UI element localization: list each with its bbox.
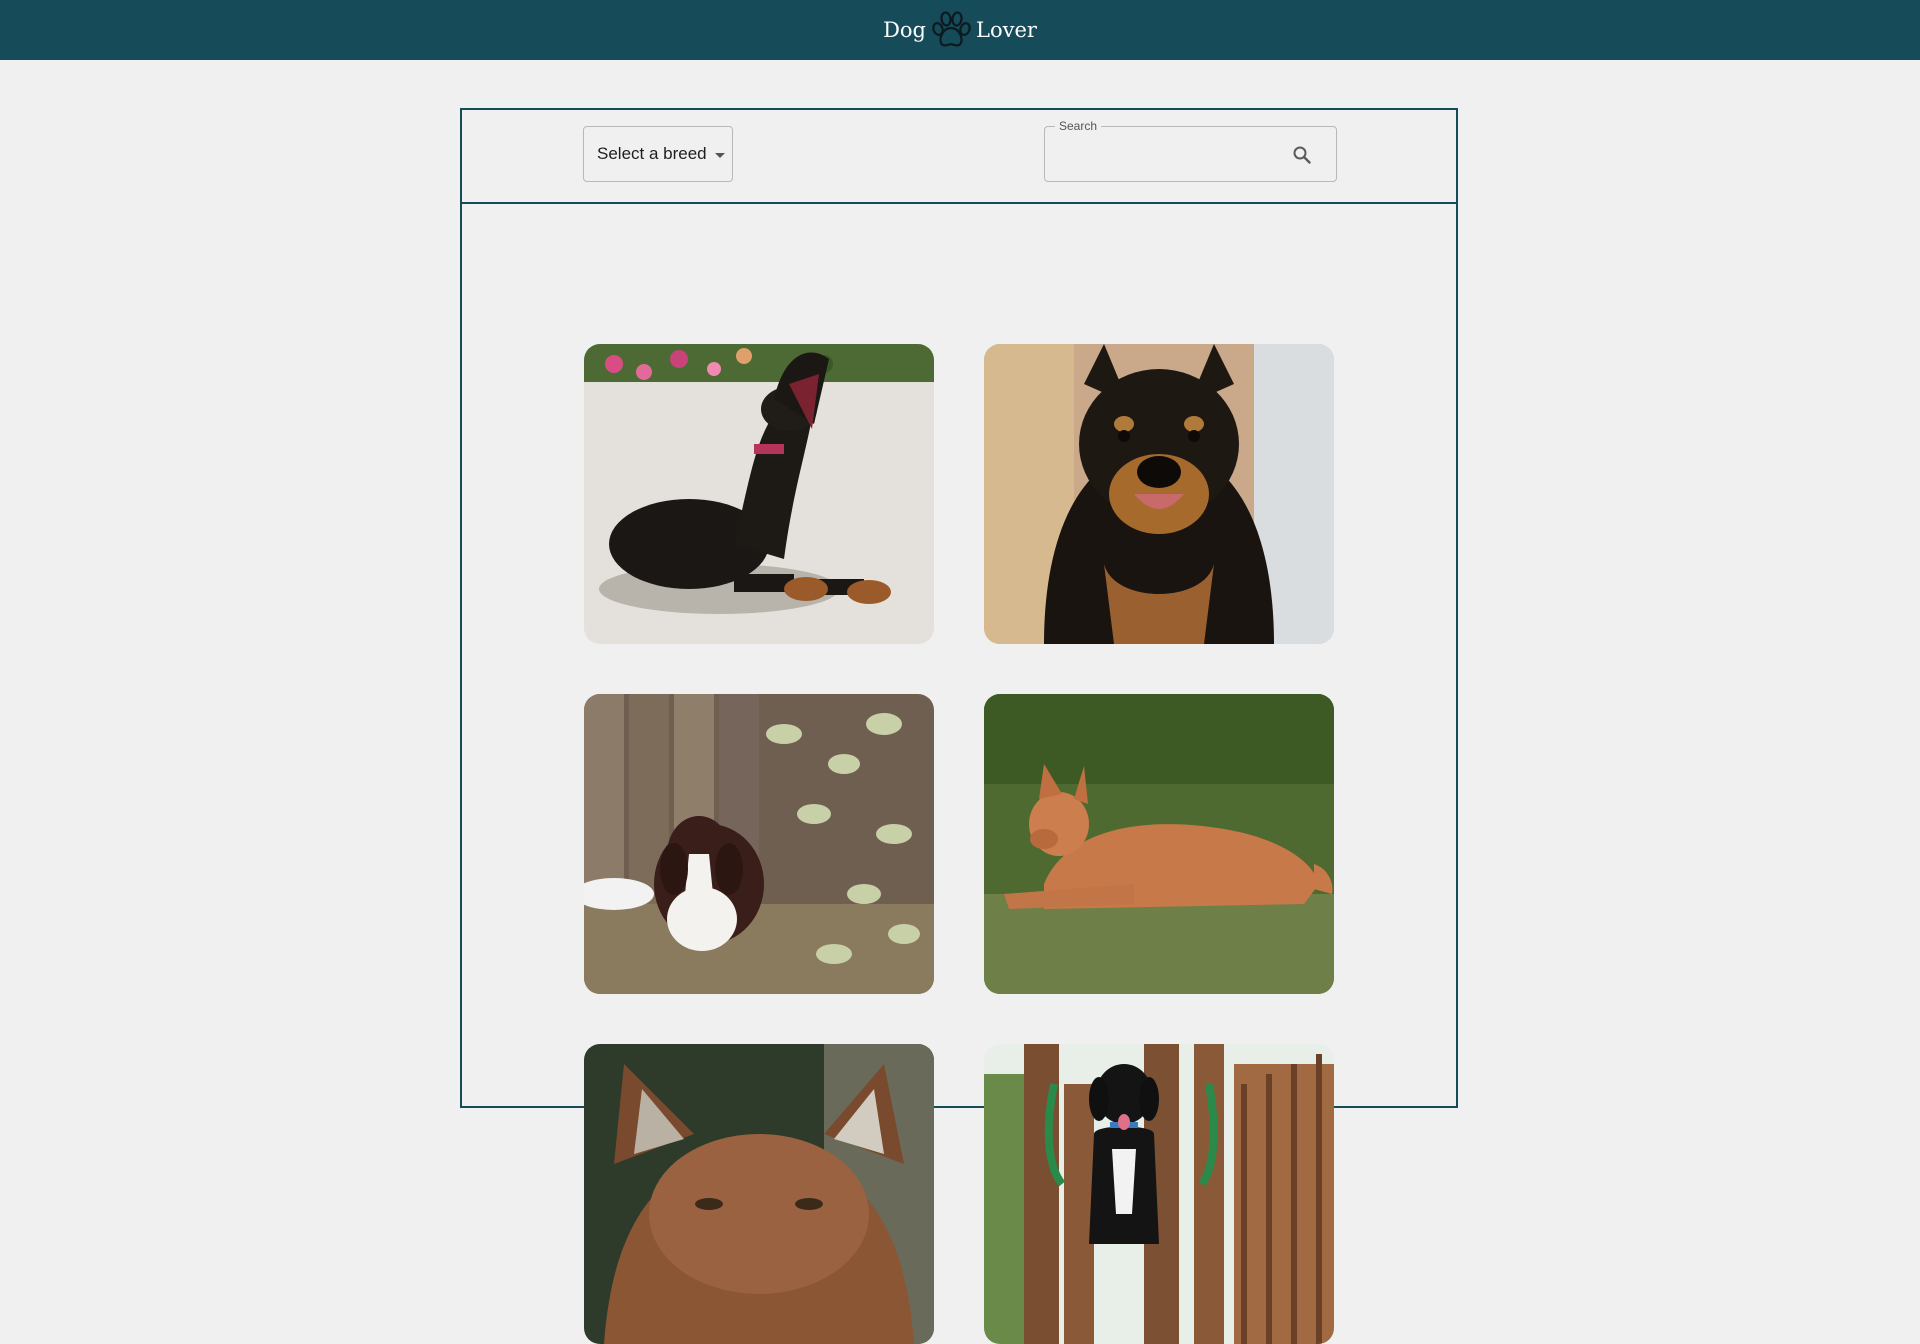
breed-select[interactable]: Select a breed bbox=[583, 126, 733, 182]
dog-photo-card-doberman-puppy-yawning[interactable] bbox=[584, 344, 934, 644]
brand-text-dog: Dog bbox=[883, 18, 926, 42]
dog-photo bbox=[584, 1044, 934, 1344]
dog-photo-card-red-dog-lying-on-grass[interactable] bbox=[984, 694, 1334, 994]
gallery-panel: Select a breed Search bbox=[460, 108, 1458, 1344]
dog-photo bbox=[984, 694, 1334, 994]
app-bar: Dog Lover bbox=[0, 0, 1920, 60]
dog-photo-card-springer-spaniel-puppy[interactable] bbox=[584, 694, 934, 994]
breed-select-label: Select a breed bbox=[597, 144, 707, 163]
search-field[interactable]: Search bbox=[1044, 119, 1337, 182]
dog-photo bbox=[584, 344, 934, 644]
search-icon[interactable] bbox=[1290, 143, 1314, 167]
brand-logo[interactable]: Dog Lover bbox=[883, 11, 1037, 49]
caret-down-icon bbox=[714, 153, 725, 158]
search-input[interactable] bbox=[1057, 139, 1281, 171]
dog-photo bbox=[584, 694, 934, 994]
filter-toolbar: Select a breed Search bbox=[462, 110, 1456, 204]
dog-photo-card-red-fox-like-dog-closeup[interactable] bbox=[584, 1044, 934, 1344]
search-label: Search bbox=[1055, 119, 1102, 133]
paw-icon bbox=[932, 11, 971, 47]
dog-photo-card-black-and-tan-fluffy-dog[interactable] bbox=[984, 344, 1334, 644]
dog-photo bbox=[984, 344, 1334, 644]
brand-text-lover: Lover bbox=[976, 18, 1037, 42]
dog-photo-card-black-dog-on-wooden-playset[interactable] bbox=[984, 1044, 1334, 1344]
dog-photo bbox=[984, 1044, 1334, 1344]
